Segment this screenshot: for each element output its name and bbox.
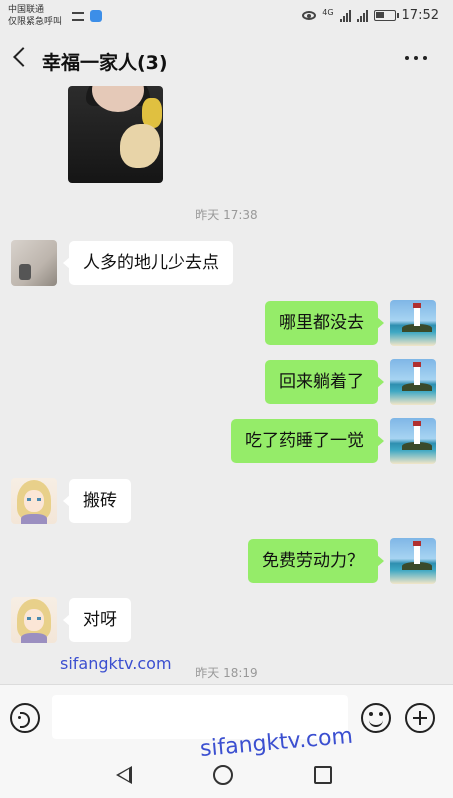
avatar[interactable] (390, 418, 436, 464)
signal-icon (339, 9, 351, 22)
status-time: 17:52 (401, 8, 439, 23)
emoji-icon[interactable] (361, 703, 391, 733)
message-bubble-received[interactable]: 人多的地儿少去点 (63, 241, 233, 285)
nav-recent-icon[interactable] (314, 766, 332, 784)
watermark: sifangktv.com (60, 654, 172, 673)
signal-no-sim-icon (356, 9, 368, 22)
more-icon[interactable] (405, 56, 427, 60)
battery-icon (373, 10, 399, 21)
avatar[interactable] (390, 359, 436, 405)
wifi-hotspot-icon (90, 10, 102, 22)
message-bubble-sent[interactable]: 回来躺着了 (265, 360, 384, 404)
eye-comfort-icon (302, 11, 317, 20)
timestamp: 昨天 17:38 (195, 208, 258, 222)
nav-back-icon[interactable] (116, 766, 132, 784)
chat-header: 幸福一家人(3) (0, 34, 453, 86)
status-bar: 中国联通 仅限紧急呼叫 4G 17:52 (0, 0, 453, 34)
message-bubble-received[interactable]: 搬砖 (63, 479, 131, 523)
message-bubble-sent[interactable]: 吃了药睡了一觉 (231, 419, 384, 463)
message-bubble-sent[interactable]: 哪里都没去 (265, 301, 384, 345)
voice-icon[interactable] (10, 703, 40, 733)
carrier-name: 中国联通 (8, 5, 45, 15)
plus-icon[interactable] (405, 703, 435, 733)
carrier-emergency-only: 仅限紧急呼叫 (8, 17, 63, 27)
back-arrow-icon[interactable] (13, 47, 33, 67)
avatar[interactable] (390, 300, 436, 346)
chat-title: 幸福一家人(3) (42, 52, 168, 74)
avatar[interactable] (11, 240, 57, 286)
carrier-info: 中国联通 仅限紧急呼叫 (8, 4, 62, 28)
nav-home-icon[interactable] (213, 765, 233, 785)
network-type: 4G (322, 8, 334, 17)
avatar[interactable] (11, 597, 57, 643)
avatar[interactable] (11, 478, 57, 524)
avatar[interactable] (390, 538, 436, 584)
message-bubble-received[interactable]: 对呀 (63, 598, 131, 642)
message-bubble-sent[interactable]: 免费劳动力？ (248, 539, 384, 583)
chat-message-list[interactable]: 昨天 17:38 人多的地儿少去点 哪里都没去 回来躺着了 吃了药睡了一觉 搬砖… (0, 86, 453, 684)
image-message[interactable] (68, 86, 163, 183)
notification-icon (72, 11, 84, 21)
